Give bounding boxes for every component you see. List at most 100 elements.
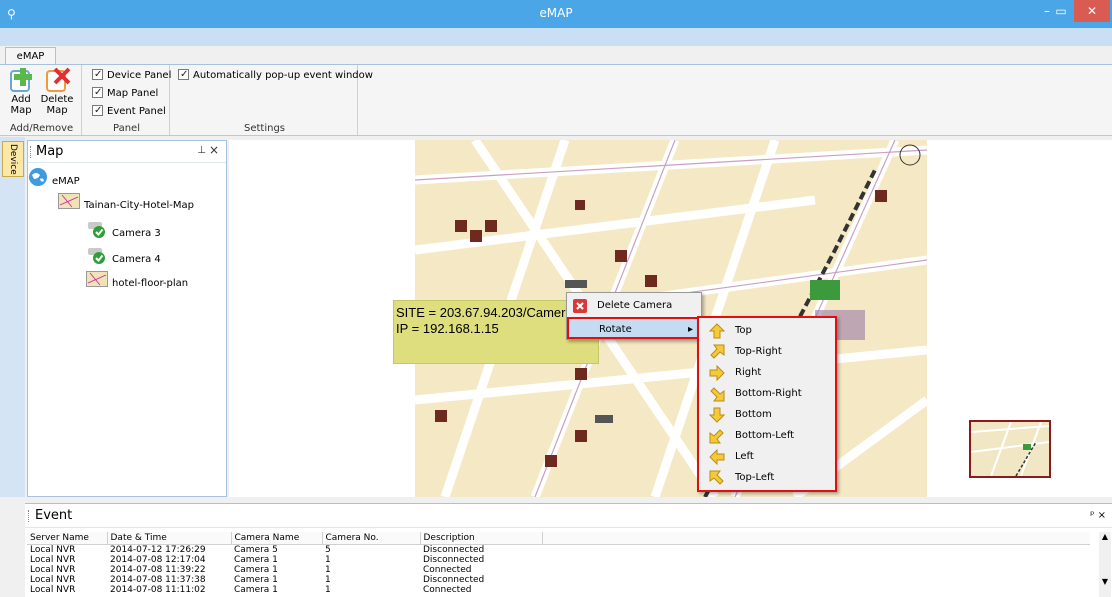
column-header[interactable]: Camera No. bbox=[322, 532, 421, 545]
column-header[interactable]: Server Name bbox=[27, 532, 108, 545]
event-scrollbar[interactable]: ▲ ▼ bbox=[1099, 532, 1111, 597]
event-panel-header: Event ᵖ × bbox=[25, 504, 1112, 528]
rotate-right[interactable]: Right bbox=[699, 362, 835, 383]
arrow-down-right-icon bbox=[710, 387, 725, 402]
tree-item-tainan-map[interactable]: Tainan-City-Hotel-Map bbox=[58, 193, 194, 213]
column-header[interactable]: Camera Name bbox=[231, 532, 323, 545]
auto-popup-checkbox[interactable]: Automatically pop-up event window bbox=[178, 68, 373, 85]
panel-grip[interactable] bbox=[28, 510, 29, 522]
cell: Connected bbox=[423, 584, 472, 595]
map-thumbnail-icon bbox=[58, 193, 80, 217]
menu-item-delete-camera[interactable]: Delete Camera bbox=[567, 295, 701, 317]
delete-map-label: Delete Map bbox=[40, 94, 74, 116]
scroll-up-icon[interactable]: ▲ bbox=[1099, 532, 1111, 541]
panel-grip[interactable] bbox=[30, 146, 33, 158]
scroll-down-icon[interactable]: ▼ bbox=[1099, 577, 1111, 586]
delete-map-button[interactable]: Delete Map bbox=[40, 67, 74, 119]
cell: Local NVR bbox=[30, 574, 76, 585]
arrow-right-icon bbox=[709, 365, 725, 381]
map-panel: Map ⊥ × eMAP Tainan-City-Hotel-Map Camer… bbox=[27, 140, 227, 497]
group-label-settings: Settings bbox=[243, 123, 285, 134]
table-row[interactable]: Local NVR 2014-07-08 11:39:22 Camera 1 1 Con… bbox=[27, 565, 1090, 575]
camera-context-menu: Delete Camera Rotate ▸ bbox=[566, 292, 702, 340]
map-thumbnail-icon bbox=[86, 271, 108, 295]
rotate-label: Bottom-Right bbox=[735, 388, 802, 399]
event-panel-label: Event Panel bbox=[107, 106, 166, 117]
rotate-top-right[interactable]: Top-Right bbox=[699, 341, 835, 362]
add-map-label: Add Map bbox=[10, 94, 32, 116]
ribbon: Add Map Delete Map Add/Remove Device Pan… bbox=[0, 64, 1112, 136]
rotate-top[interactable]: Top bbox=[699, 320, 835, 341]
add-map-button[interactable]: Add Map bbox=[6, 67, 36, 119]
rotate-bottom[interactable]: Bottom bbox=[699, 404, 835, 425]
tree-item-camera-3[interactable]: Camera 3 bbox=[86, 219, 161, 239]
arrow-up-right-icon bbox=[710, 344, 725, 359]
rotate-label: Right bbox=[735, 367, 762, 378]
checkbox-icon bbox=[92, 68, 103, 82]
maximize-button[interactable]: ▭ bbox=[1047, 0, 1075, 22]
map-panel-header: Map ⊥ × bbox=[28, 141, 226, 163]
column-header[interactable]: Date & Time bbox=[107, 532, 232, 545]
map-panel-title: Map bbox=[36, 144, 64, 159]
cell: 1 bbox=[325, 554, 331, 565]
close-button[interactable]: ✕ bbox=[1074, 0, 1110, 22]
cell: 2014-07-08 12:17:04 bbox=[110, 554, 206, 565]
pin-icon[interactable]: ⊥ bbox=[197, 145, 206, 156]
map-panel-checkbox[interactable]: Map Panel bbox=[92, 86, 158, 103]
rotate-bottom-left[interactable]: Bottom-Left bbox=[699, 425, 835, 446]
cell: 2014-07-08 11:11:02 bbox=[110, 584, 206, 595]
ribbon-tab-strip bbox=[0, 28, 1112, 46]
rotate-label: Bottom bbox=[735, 409, 772, 420]
cell: Local NVR bbox=[30, 554, 76, 565]
arrow-left-icon bbox=[709, 449, 725, 465]
rotate-label: Left bbox=[735, 451, 754, 462]
group-add-remove: Add Map Delete Map Add/Remove bbox=[2, 65, 82, 135]
cell: 2014-07-12 17:26:29 bbox=[110, 544, 206, 555]
cell: Local NVR bbox=[30, 544, 76, 555]
rotate-label: Top-Left bbox=[735, 472, 775, 483]
arrow-up-left-icon bbox=[709, 470, 724, 485]
tree-item-hotel-floor-plan[interactable]: hotel-floor-plan bbox=[86, 271, 188, 291]
checkbox-icon bbox=[178, 68, 189, 82]
menu-item-rotate[interactable]: Rotate ▸ bbox=[567, 317, 701, 339]
group-label-add-remove: Add/Remove bbox=[9, 123, 74, 134]
rotate-submenu: Top Top-Right Right Bottom-Right Bottom … bbox=[697, 316, 837, 492]
cell: Local NVR bbox=[30, 564, 76, 575]
close-panel-icon[interactable]: × bbox=[209, 143, 219, 157]
table-row[interactable]: Local NVR 2014-07-12 17:26:29 Camera 5 5 Dis… bbox=[27, 544, 1090, 555]
delete-map-icon bbox=[45, 67, 71, 92]
rotate-label: Rotate bbox=[599, 324, 632, 335]
rotate-bottom-right[interactable]: Bottom-Right bbox=[699, 383, 835, 404]
pin-close-icon[interactable]: ᵖ × bbox=[1090, 510, 1106, 521]
rotate-left[interactable]: Left bbox=[699, 446, 835, 467]
table-header-row: Server Name Date & Time Camera Name Came… bbox=[27, 532, 1090, 545]
cell: Camera 5 bbox=[234, 544, 278, 555]
cell: Disconnected bbox=[423, 574, 485, 585]
device-side-tab[interactable]: Device bbox=[2, 141, 24, 177]
globe-icon bbox=[28, 167, 48, 195]
cell: 1 bbox=[325, 584, 331, 595]
event-panel-checkbox[interactable]: Event Panel bbox=[92, 104, 166, 121]
delete-camera-label: Delete Camera bbox=[597, 300, 673, 311]
group-label-panel: Panel bbox=[113, 123, 140, 134]
arrow-down-left-icon bbox=[709, 429, 724, 444]
table-row[interactable]: Local NVR 2014-07-08 11:11:02 Camera 1 1 Con… bbox=[27, 585, 1090, 595]
table-row[interactable]: Local NVR 2014-07-08 12:17:04 Camera 1 1 Dis… bbox=[27, 555, 1090, 565]
map-overview-thumbnail[interactable] bbox=[969, 420, 1051, 478]
cell: 5 bbox=[325, 544, 331, 555]
tree-item-camera-4[interactable]: Camera 4 bbox=[86, 245, 161, 265]
title-bar: ⚲ eMAP – ▭ ✕ bbox=[0, 0, 1112, 28]
cell: Camera 1 bbox=[234, 574, 278, 585]
rotate-top-left[interactable]: Top-Left bbox=[699, 467, 835, 488]
tree-label: Camera 3 bbox=[112, 228, 161, 239]
camera-check-icon bbox=[86, 219, 108, 247]
cell: 1 bbox=[325, 564, 331, 575]
auto-popup-label: Automatically pop-up event window bbox=[193, 70, 373, 81]
tab-emap[interactable]: eMAP bbox=[5, 47, 56, 65]
cell: 1 bbox=[325, 574, 331, 585]
device-panel-checkbox[interactable]: Device Panel bbox=[92, 68, 171, 85]
cell: 2014-07-08 11:39:22 bbox=[110, 564, 206, 575]
table-row[interactable]: Local NVR 2014-07-08 11:37:38 Camera 1 1 Dis… bbox=[27, 575, 1090, 585]
tree-item-emap[interactable]: eMAP bbox=[28, 167, 80, 187]
column-header[interactable]: Description bbox=[420, 532, 543, 545]
